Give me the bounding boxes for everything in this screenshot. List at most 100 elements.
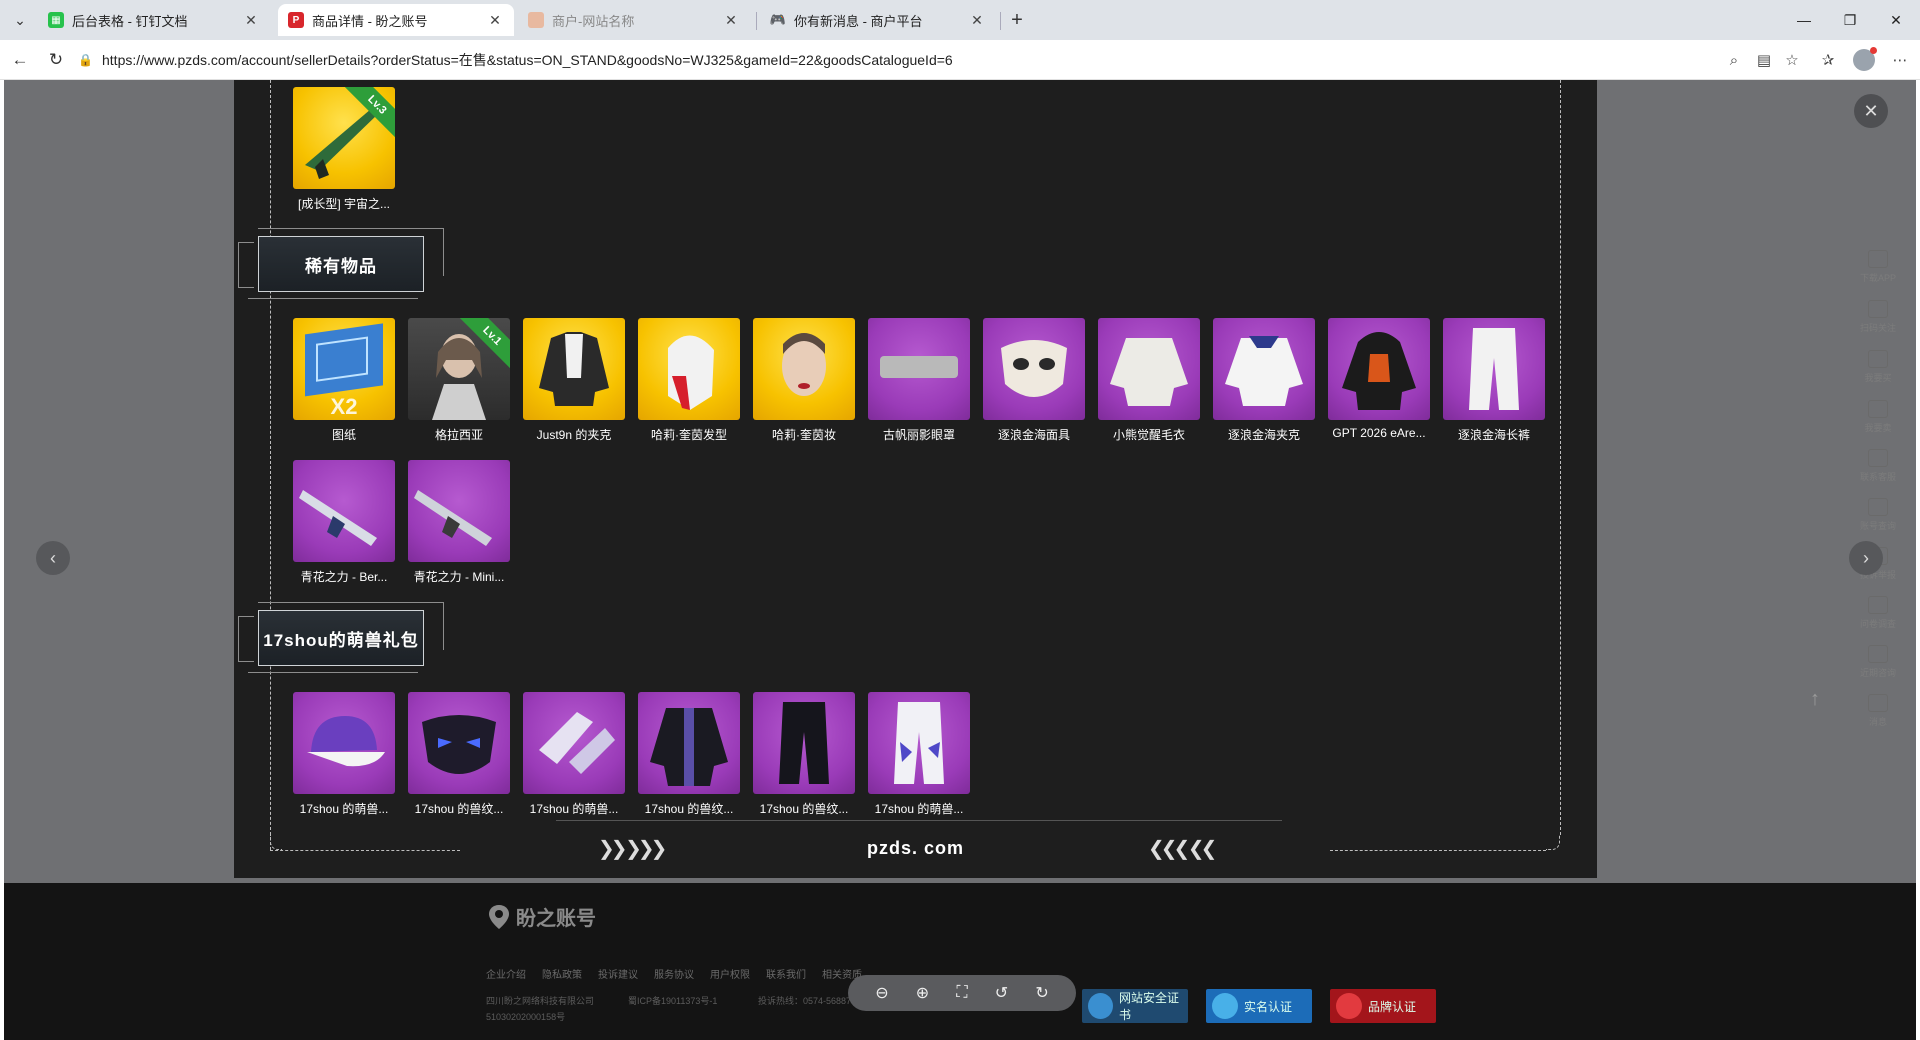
hairstyle-icon: [668, 335, 714, 410]
previous-image-icon[interactable]: ‹: [36, 541, 70, 575]
item-name: 逐浪金海长裤: [1457, 428, 1530, 442]
sidebar-messages[interactable]: 消息: [1848, 694, 1908, 728]
tab-dingtalk-doc[interactable]: ▦ 后台表格 - 钉钉文档 ✕: [38, 4, 270, 36]
pants-icon: [894, 702, 944, 784]
v-icon: [1336, 993, 1362, 1019]
pzds-icon: P: [288, 12, 304, 28]
sidebar-survey[interactable]: 问卷调查: [1848, 596, 1908, 630]
bracket-decoration: [238, 616, 254, 662]
item-thumb: [408, 460, 510, 562]
footer-link[interactable]: 企业介绍: [486, 966, 526, 981]
more-menu-icon[interactable]: ⋯: [1888, 48, 1912, 72]
footer-link[interactable]: 服务协议: [654, 966, 694, 981]
footer-link[interactable]: 隐私政策: [542, 966, 582, 981]
window-close-icon[interactable]: ✕: [1884, 8, 1908, 32]
section-header: 17shou的萌兽礼包: [238, 602, 444, 674]
close-icon[interactable]: ✕: [242, 11, 260, 29]
item-card: 哈莉·奎茵妆: [753, 318, 855, 443]
item-thumb: [868, 318, 970, 420]
url-text: https://www.pzds.com/account/sellerDetai…: [102, 52, 953, 68]
rotate-right-icon[interactable]: ↻: [1035, 983, 1048, 1003]
footer-link[interactable]: 投诉建议: [598, 966, 638, 981]
badge-label: 品牌认证: [1368, 999, 1417, 1014]
footer-link[interactable]: 联系我们: [766, 966, 806, 981]
tab-merchant-site[interactable]: 商户-网站名称 ✕: [518, 4, 750, 36]
tab-goods-detail[interactable]: P 商品详情 - 盼之账号 ✕: [278, 4, 514, 36]
site-footer: [4, 883, 1916, 1040]
footer-logo[interactable]: 盼之账号: [488, 902, 596, 931]
close-icon[interactable]: ✕: [486, 11, 504, 29]
item-card: 17shou 的萌兽...: [293, 692, 395, 817]
reload-icon[interactable]: ↻: [44, 48, 68, 72]
tab-title: 商品详情 - 盼之账号: [312, 13, 428, 29]
item-name: 格拉西亚: [434, 428, 483, 442]
tab-list-dropdown[interactable]: ⌄: [6, 7, 34, 33]
pants-icon: [1469, 328, 1519, 410]
close-icon[interactable]: ✕: [722, 11, 740, 29]
back-icon[interactable]: ←: [8, 48, 32, 72]
item-name: 小熊觉醒毛衣: [1112, 428, 1185, 442]
favorites-icon[interactable]: ✰: [1816, 48, 1840, 72]
restore-icon[interactable]: ❐: [1838, 8, 1862, 32]
favorite-star-icon[interactable]: ☆: [1780, 48, 1804, 72]
item-card: Lv.3 [成长型] 宇宙之...: [293, 87, 395, 212]
item-name: GPT 2026 eAre...: [1332, 426, 1426, 440]
cart-icon: [1868, 350, 1888, 368]
minimize-icon[interactable]: —: [1792, 8, 1816, 32]
tab-merchant-messages[interactable]: 🎮 你有新消息 - 商户平台 ✕: [760, 4, 996, 36]
item-name: [成长型] 宇宙之...: [297, 197, 390, 211]
bracket-decoration: [248, 672, 418, 673]
footer-logo-text: 盼之账号: [516, 908, 596, 930]
new-tab-button[interactable]: +: [1005, 8, 1029, 32]
tab-separator: [1000, 12, 1001, 30]
cart-icon: [1868, 400, 1888, 418]
item-name: 17shou 的兽纹...: [759, 802, 849, 816]
back-to-top-icon[interactable]: ↑: [1798, 682, 1832, 716]
coat-icon: [650, 708, 728, 786]
fit-screen-icon[interactable]: ⛶: [956, 984, 967, 1002]
security-cert-badge[interactable]: 网站安全证书: [1082, 989, 1188, 1023]
sidebar-sell[interactable]: 我要卖: [1848, 400, 1908, 434]
item-card: 17shou 的萌兽...: [523, 692, 625, 817]
item-thumb: [523, 692, 625, 794]
item-card: 逐浪金海夹克: [1213, 318, 1315, 443]
brand-text: pzds. com: [866, 838, 964, 858]
close-icon[interactable]: ✕: [968, 11, 986, 29]
item-card: 17shou 的兽纹...: [408, 692, 510, 817]
sidebar-recent-chat[interactable]: 近期咨询: [1848, 645, 1908, 679]
item-thumb: [1443, 318, 1545, 420]
footer-icp: 蜀ICP备19011373号-1: [628, 996, 718, 1006]
brand-cert-badge[interactable]: 品牌认证: [1330, 989, 1436, 1023]
item-card: Just9n 的夹克: [523, 318, 625, 443]
url-field[interactable]: 🔒 https://www.pzds.com/account/sellerDet…: [78, 45, 1778, 75]
item-thumb: X2: [293, 318, 395, 420]
sidebar-support[interactable]: 联系客服: [1848, 449, 1908, 483]
item-thumb: Lv.1: [408, 318, 510, 420]
tab-title: 后台表格 - 钉钉文档: [72, 13, 188, 29]
frame-border: [1560, 80, 1561, 835]
sidebar-scan-follow[interactable]: 扫码关注: [1848, 300, 1908, 334]
item-name: 逐浪金海夹克: [1227, 428, 1300, 442]
item-card: 逐浪金海长裤: [1443, 318, 1545, 443]
floating-sidebar: 下载APP 扫码关注 我要买 我要卖 联系客服 账号查询 投诉举报 问卷调查 近…: [1848, 240, 1908, 727]
viewer-close-icon[interactable]: ✕: [1854, 94, 1888, 128]
next-image-icon[interactable]: ›: [1849, 541, 1883, 575]
realname-badge[interactable]: 实名认证: [1206, 989, 1312, 1023]
sidebar-account-query[interactable]: 账号查询: [1848, 498, 1908, 532]
survey-icon: [1868, 596, 1888, 614]
profile-avatar[interactable]: [1853, 47, 1877, 71]
sidebar-buy[interactable]: 我要买: [1848, 350, 1908, 384]
zoom-in-icon[interactable]: ⊕: [916, 983, 929, 1003]
rotate-left-icon[interactable]: ↺: [995, 983, 1008, 1003]
item-card: 17shou 的兽纹...: [638, 692, 740, 817]
footer-link[interactable]: 用户权限: [710, 966, 750, 981]
reader-mode-icon[interactable]: ▤: [1752, 48, 1776, 72]
item-name: 17shou 的萌兽...: [299, 802, 389, 816]
search-doc-icon: [1868, 498, 1888, 516]
zoom-icon[interactable]: ⌕: [1722, 48, 1746, 72]
item-card: 17shou 的兽纹...: [753, 692, 855, 817]
jacket-icon: [1225, 336, 1303, 406]
sidebar-download-app[interactable]: 下载APP: [1848, 250, 1908, 284]
zoom-out-icon[interactable]: ⊖: [875, 983, 888, 1003]
item-name: 青花之力 - Mini...: [413, 570, 505, 584]
